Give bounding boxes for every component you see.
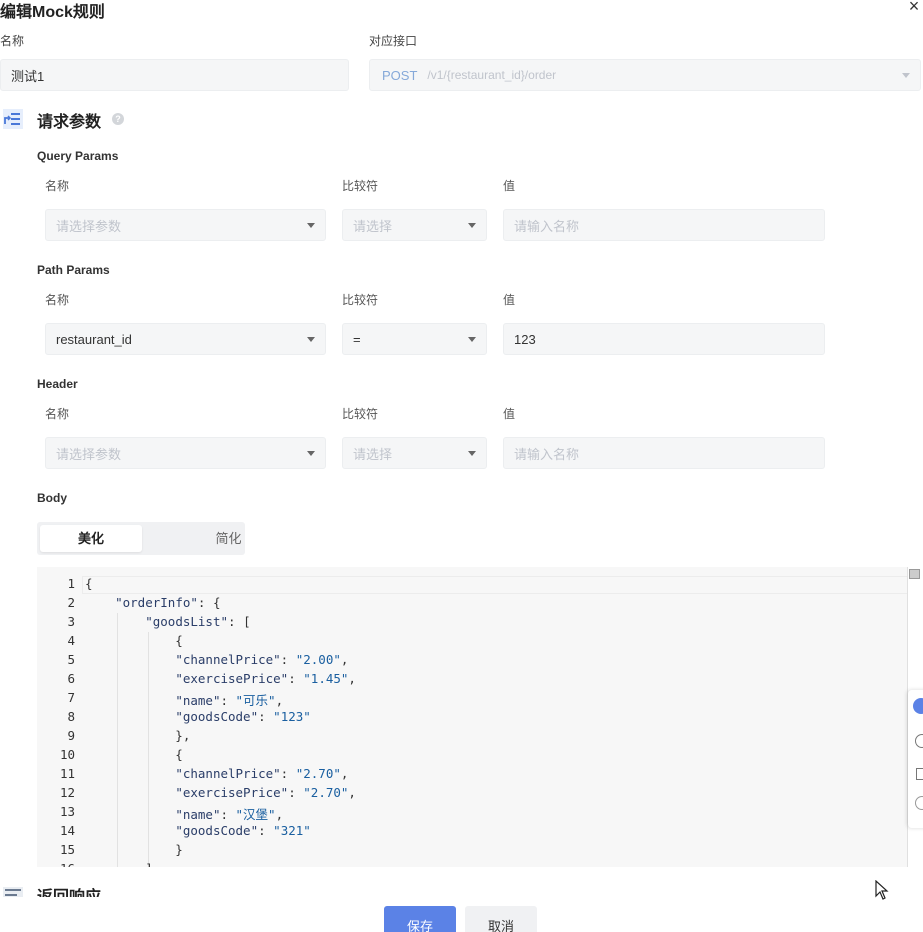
path-op-value: = — [353, 331, 361, 347]
query-op-placeholder: 请选择 — [353, 218, 393, 234]
line-number: 15 — [59, 842, 75, 857]
query-value-placeholder: 请输入名称 — [514, 218, 580, 234]
name-input[interactable]: 测试1 — [0, 59, 349, 91]
line-number: 4 — [67, 633, 75, 648]
code-line: "goodsCode": "123" — [175, 709, 311, 724]
code-line: "exercisePrice": "2.70", — [175, 785, 356, 800]
tab-simplify[interactable]: 简化 — [176, 525, 281, 552]
line-number: 14 — [59, 823, 75, 838]
dialog-title: 编辑Mock规则 — [0, 4, 105, 21]
header-col-name: 名称 — [45, 407, 70, 421]
query-name-placeholder: 请选择参数 — [56, 218, 122, 234]
code-line: } — [85, 842, 183, 857]
code-line: { — [85, 747, 183, 762]
header-op-placeholder: 请选择 — [353, 446, 393, 462]
line-number: 13 — [59, 804, 75, 819]
code-line: "orderInfo": { — [115, 595, 221, 610]
header-col-value: 值 — [503, 407, 516, 421]
settings-icon[interactable] — [915, 796, 923, 810]
query-value-input[interactable]: 请输入名称 — [503, 209, 825, 241]
line-number: 1 — [67, 576, 75, 591]
floating-toolbar — [908, 690, 923, 828]
scroll-thumb[interactable] — [909, 569, 920, 579]
code-line: "channelPrice": "2.70", — [175, 766, 349, 781]
mouse-cursor — [875, 879, 889, 900]
chevron-down-icon — [902, 73, 910, 78]
query-op-select[interactable]: 请选择 — [342, 209, 487, 241]
name-input-value: 测试1 — [11, 68, 45, 84]
query-col-op: 比较符 — [342, 179, 379, 193]
chevron-down-icon — [307, 223, 315, 228]
code-line: }, — [85, 728, 191, 743]
line-number: 9 — [67, 728, 75, 743]
help-icon[interactable]: ? — [112, 113, 124, 125]
api-select[interactable]: POST /v1/{restaurant_id}/order — [369, 59, 921, 91]
clock-icon[interactable] — [915, 734, 923, 748]
api-path: /v1/{restaurant_id}/order — [427, 68, 557, 82]
body-format-toggle: 美化 简化 — [37, 522, 245, 555]
header-title: Header — [37, 377, 78, 391]
header-name-select[interactable]: 请选择参数 — [45, 437, 326, 469]
api-label: 对应接口 — [369, 34, 418, 48]
line-number: 7 — [67, 690, 75, 705]
path-col-op: 比较符 — [342, 293, 379, 307]
code-line: "name": "汉堡", — [175, 807, 284, 822]
list-icon — [3, 887, 23, 897]
code-line: "goodsCode": "321" — [175, 823, 311, 838]
chevron-down-icon — [307, 337, 315, 342]
line-number: 8 — [67, 709, 75, 724]
chevron-down-icon — [468, 223, 476, 228]
header-value-input[interactable]: 请输入名称 — [503, 437, 825, 469]
path-name-select[interactable]: restaurant_id — [45, 323, 326, 355]
code-line: "name": "可乐", — [175, 693, 284, 708]
code-line: "channelPrice": "2.00", — [175, 652, 349, 667]
path-value-value: 123 — [514, 331, 536, 347]
body-title: Body — [37, 491, 67, 505]
path-op-select[interactable]: = — [342, 323, 487, 355]
code-line: { — [85, 576, 93, 591]
query-col-value: 值 — [503, 179, 516, 193]
line-number: 6 — [67, 671, 75, 686]
code-line: "goodsList": [ — [145, 614, 251, 629]
path-value-input[interactable]: 123 — [503, 323, 825, 355]
line-number: 3 — [67, 614, 75, 629]
header-value-placeholder: 请输入名称 — [514, 446, 580, 462]
chevron-down-icon — [468, 451, 476, 456]
response-heading: 返回响应 — [37, 883, 101, 897]
tab-beautify[interactable]: 美化 — [40, 525, 142, 552]
query-params-title: Query Params — [37, 149, 119, 163]
query-name-select[interactable]: 请选择参数 — [45, 209, 326, 241]
header-name-placeholder: 请选择参数 — [56, 446, 122, 462]
api-method: POST — [382, 67, 418, 83]
close-icon[interactable]: × — [904, 0, 923, 16]
chevron-down-icon — [307, 451, 315, 456]
code-line: "exercisePrice": "1.45", — [175, 671, 356, 686]
line-number: 12 — [59, 785, 75, 800]
body-code-editor[interactable]: 1 {2 "orderInfo": { 3 "goodsList": [ 4 {5 "… — [37, 567, 920, 867]
chevron-down-icon — [468, 337, 476, 342]
path-name-value: restaurant_id — [56, 331, 132, 347]
header-op-select[interactable]: 请选择 — [342, 437, 487, 469]
list-arrow-icon — [3, 109, 23, 129]
request-heading: 请求参数 — [37, 114, 102, 131]
line-number: 10 — [59, 747, 75, 762]
document-icon[interactable] — [916, 768, 923, 780]
cancel-button[interactable]: 取消 — [465, 906, 537, 932]
line-number: 11 — [59, 766, 75, 781]
editor-current-line — [82, 576, 920, 594]
path-col-name: 名称 — [45, 293, 70, 307]
path-col-value: 值 — [503, 293, 516, 307]
code-line: { — [85, 633, 183, 648]
line-number: 2 — [67, 595, 75, 610]
name-label: 名称 — [0, 34, 25, 48]
save-button[interactable]: 保存 — [384, 906, 456, 932]
path-params-title: Path Params — [37, 263, 110, 277]
header-col-op: 比较符 — [342, 407, 379, 421]
query-col-name: 名称 — [45, 179, 70, 193]
line-number: 5 — [67, 652, 75, 667]
float-tool-icon[interactable] — [913, 698, 923, 714]
response-section: 返回响应 — [0, 867, 923, 897]
